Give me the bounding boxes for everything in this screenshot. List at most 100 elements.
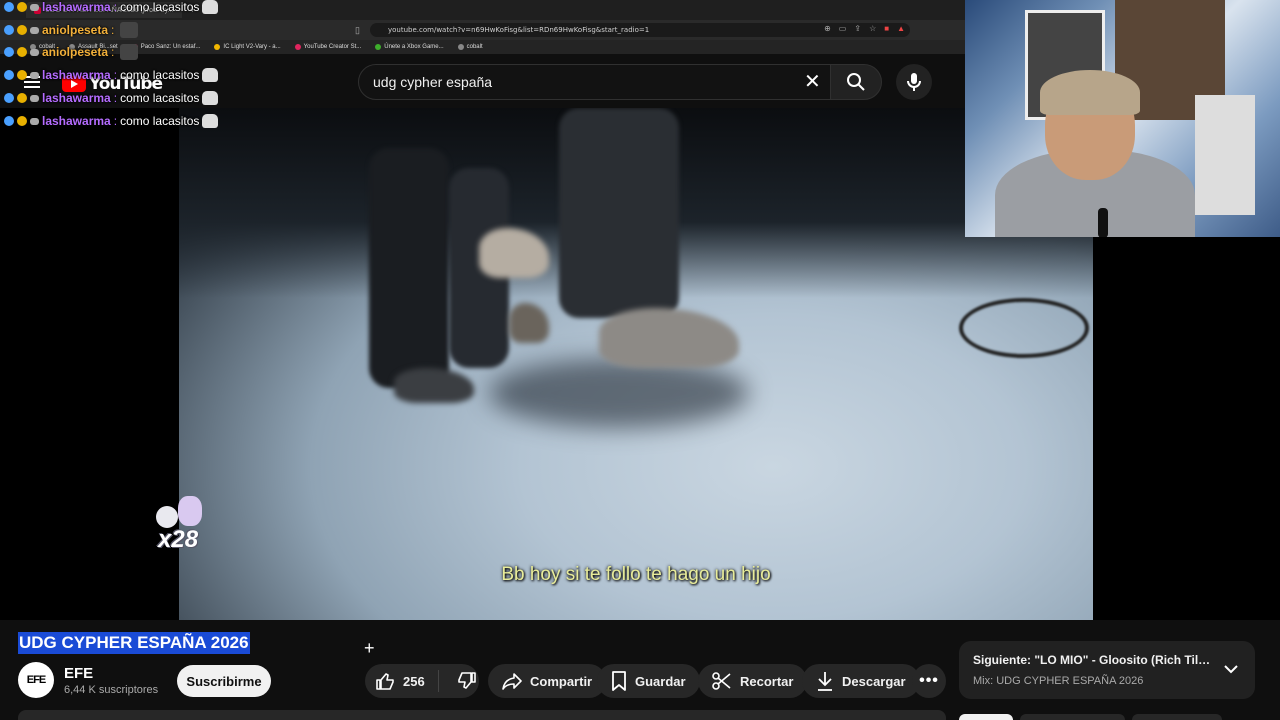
sword-badge-icon (4, 47, 14, 57)
shoe (599, 308, 739, 368)
subscriber-count: 6,44 K suscriptores (64, 684, 159, 696)
channel-name[interactable]: EFE (64, 665, 93, 682)
sword-badge-icon (4, 2, 14, 12)
bookmark-label: Paco Sanz: Un estaf... (140, 44, 201, 50)
bookmark-label: IC Light V2-Vary - a... (223, 44, 281, 50)
up-next-title: Siguiente: "LO MIO" - Gloosito (Rich Til… (973, 653, 1213, 667)
share-icon (502, 673, 522, 690)
voice-search-button[interactable] (896, 64, 932, 100)
video-info: UDG CYPHER ESPAÑA 2026 + EFE EFE 6,44 K … (0, 620, 1280, 720)
leg-figure (559, 108, 679, 318)
plus-icon[interactable]: + (364, 638, 375, 659)
download-label: Descargar (842, 673, 906, 689)
chat-message: aniolpeseta: (4, 44, 139, 60)
chat-badge-icon (30, 71, 39, 79)
bookmark-item[interactable]: IC Light V2-Vary - a... (214, 44, 281, 50)
thumbs-up-icon (376, 673, 394, 690)
share-button[interactable]: Compartir (488, 664, 607, 698)
chevron-down-icon[interactable] (1223, 661, 1239, 677)
bookmark-label: YouTube Creator St... (303, 44, 362, 50)
address-bar-icons: ⊕ ▭ ⇪ ☆ ■ ▲ (824, 24, 905, 33)
sub-badge-icon (17, 70, 27, 80)
bookmark-item[interactable]: YouTube Creator St... (294, 44, 362, 50)
bookmark-icon (612, 671, 626, 691)
like-button[interactable]: 256 (365, 670, 439, 692)
video-player[interactable]: Bb hoy si te follo te hago un hijo (179, 108, 1093, 620)
bookmark-item[interactable]: Paco Sanz: Un estaf... (131, 44, 201, 50)
description-box-edge (18, 710, 946, 720)
bookmark-item[interactable]: cobalt (457, 44, 483, 50)
sword-badge-icon (4, 116, 14, 126)
chat-text: como lacasitos (120, 91, 200, 105)
alert-extension-icon[interactable]: ▲ (897, 24, 905, 33)
search-input[interactable]: udg cypher españa (358, 64, 832, 100)
up-next-mix: Mix: UDG CYPHER ESPAÑA 2026 (973, 675, 1144, 687)
chat-badge-icon (30, 117, 39, 125)
shoe (394, 368, 474, 403)
chat-text: como lacasitos (120, 0, 200, 14)
share-page-icon[interactable]: ⇪ (854, 24, 861, 33)
cable (959, 298, 1089, 358)
filter-chip[interactable] (1020, 714, 1125, 720)
save-label: Guardar (635, 673, 686, 689)
emote-icon (178, 496, 202, 526)
scissors-icon (712, 672, 731, 690)
chat-badge-icon (30, 3, 39, 11)
cast-icon[interactable]: ▭ (839, 24, 847, 33)
chat-username[interactable]: lashawarma (42, 0, 111, 14)
bookmark-page-icon[interactable]: ▯ (355, 25, 360, 36)
bookmark-item[interactable]: Únete a Xbox Game... (375, 44, 444, 50)
sub-badge-icon (17, 47, 27, 57)
chat-emote-icon (120, 44, 139, 60)
combo-count: x28 (158, 526, 199, 553)
chat-username[interactable]: lashawarma (42, 91, 111, 105)
chat-message: lashawarma: como lacasitos (4, 91, 219, 105)
mic-icon (907, 73, 921, 91)
screen: UDG CYPHER ESPAÑA 2026 (prod. by... + yo… (0, 0, 1280, 720)
sub-badge-icon (17, 116, 27, 126)
download-button[interactable]: Descargar (802, 664, 920, 698)
chat-username[interactable]: aniolpeseta (42, 23, 108, 37)
subscribe-button[interactable]: Suscribirme (177, 665, 271, 697)
clip-button[interactable]: Recortar (698, 664, 808, 698)
chat-username[interactable]: lashawarma (42, 114, 111, 128)
channel-avatar[interactable]: EFE (18, 662, 54, 698)
sub-badge-icon (17, 93, 27, 103)
chat-text: como lacasitos (120, 68, 200, 82)
chat-message: lashawarma: como lacasitos (4, 114, 219, 128)
chat-emote-icon (202, 0, 219, 14)
chat-username[interactable]: lashawarma (42, 68, 111, 82)
search-icon (847, 73, 865, 91)
bookmark-label: Únete a Xbox Game... (384, 44, 444, 50)
chat-username[interactable]: aniolpeseta (42, 45, 108, 59)
chat-emote-icon (202, 91, 219, 105)
dislike-button[interactable] (447, 671, 477, 691)
chat-emote-icon (120, 22, 139, 38)
up-next-card[interactable]: Siguiente: "LO MIO" - Gloosito (Rich Til… (959, 641, 1255, 699)
save-button[interactable]: Guardar (597, 664, 700, 698)
more-actions-button[interactable]: ••• (912, 664, 946, 698)
emote-icon (156, 506, 178, 528)
zoom-icon[interactable]: ⊕ (824, 24, 831, 33)
chat-badge-icon (30, 94, 39, 102)
extension-icon[interactable]: ■ (884, 24, 889, 33)
browser-address-bar: youtube.com/watch?v=n69HwKoFisg&list=RDn… (0, 20, 965, 40)
chat-badge-icon (30, 26, 39, 34)
chat-emote-icon (202, 68, 219, 82)
close-icon[interactable]: ✕ (804, 72, 821, 92)
chat-message: aniolpeseta: (4, 22, 139, 38)
like-dislike-group: 256 (365, 664, 479, 698)
star-icon[interactable]: ☆ (869, 24, 876, 33)
bookmark-favicon-icon (214, 44, 221, 50)
filter-chip[interactable] (959, 714, 1013, 720)
filter-chip[interactable] (1132, 714, 1222, 720)
sub-badge-icon (17, 25, 27, 35)
search-input-value: udg cypher españa (373, 74, 493, 90)
bookmark-favicon-icon (457, 44, 464, 50)
url-text: youtube.com/watch?v=n69HwKoFisg&list=RDn… (388, 26, 650, 34)
search-button[interactable] (830, 64, 882, 100)
like-count: 256 (403, 673, 425, 689)
video-title: UDG CYPHER ESPAÑA 2026 (18, 632, 250, 654)
bookmark-label: cobalt (466, 44, 483, 50)
chat-emote-icon (202, 114, 219, 128)
